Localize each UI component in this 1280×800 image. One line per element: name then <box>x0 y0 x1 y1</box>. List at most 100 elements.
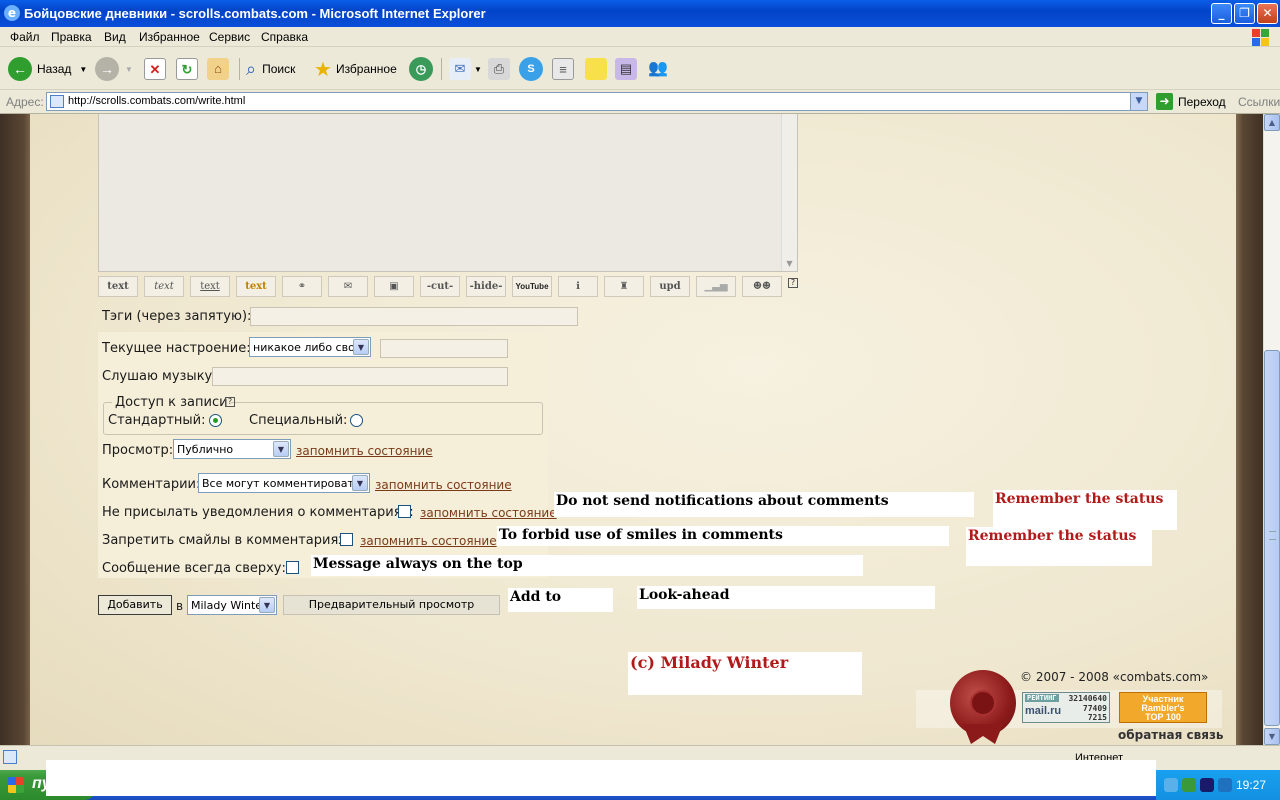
refresh-button[interactable]: ↻ <box>176 56 198 82</box>
messenger-icon: 👥 <box>648 60 668 77</box>
forward-button[interactable]: → ▼ <box>95 56 133 82</box>
mailru-counter[interactable]: РЕЙТИНГ 32140640 mail.ru 77409 7215 <box>1022 692 1110 723</box>
menu-favorites[interactable]: Избранное <box>139 30 200 44</box>
stop-button[interactable]: ✕ <box>144 56 166 82</box>
address-url: http://scrolls.combats.com/write.html <box>68 95 246 107</box>
always-top-checkbox[interactable] <box>286 561 299 574</box>
minimize-button[interactable]: _ <box>1211 3 1232 24</box>
toolbar: ← Назад ▼ → ▼ ✕ ↻ ⌂ ⌕ Поиск ★ Избранное … <box>0 48 1280 90</box>
format-update-button[interactable]: upd <box>650 276 690 297</box>
format-link-button[interactable]: ⚭ <box>282 276 322 297</box>
music-label: Слушаю музыку: <box>102 369 217 384</box>
refresh-icon: ↻ <box>176 58 198 80</box>
back-button[interactable]: ← Назад ▼ <box>8 56 87 82</box>
target-select[interactable]: Milady Winter ▼ <box>187 595 277 615</box>
research-button[interactable]: ▤ <box>615 56 637 82</box>
menu-view[interactable]: Вид <box>104 30 126 44</box>
email-icon: ✉ <box>343 281 353 292</box>
format-info-button[interactable]: ℹ <box>558 276 598 297</box>
maximize-button[interactable]: ❐ <box>1234 3 1255 24</box>
access-standard-radio[interactable] <box>209 414 222 427</box>
scrollbar-thumb[interactable] <box>1264 350 1280 726</box>
edit-button[interactable]: ≡ <box>552 56 574 82</box>
notes-icon <box>585 58 607 80</box>
format-poll-button[interactable]: ▁▃▅ <box>696 276 736 297</box>
mood-select[interactable]: никакое либо свое ▼ <box>249 337 371 357</box>
access-help-icon[interactable]: ? <box>225 397 235 407</box>
chevron-down-icon[interactable]: ▼ <box>782 256 797 271</box>
menu-file[interactable]: Файл <box>10 30 40 44</box>
format-character-button[interactable]: ♜ <box>604 276 644 297</box>
post-textarea[interactable]: ▼ <box>98 114 798 272</box>
scroll-up-icon[interactable]: ▲ <box>1264 114 1280 131</box>
comments-remember-link[interactable]: запомнить состояние <box>375 478 512 492</box>
add-button[interactable]: Добавить <box>98 595 172 615</box>
go-button[interactable]: ➜ Переход <box>1156 93 1226 110</box>
counter-value-2: 77409 <box>1082 704 1107 713</box>
menu-help[interactable]: Справка <box>261 30 308 44</box>
notes-button[interactable] <box>585 56 607 82</box>
home-button[interactable]: ⌂ <box>207 56 229 82</box>
format-help-icon[interactable]: ? <box>788 278 798 288</box>
format-image-button[interactable]: ▣ <box>374 276 414 297</box>
go-arrow-icon: ➜ <box>1156 93 1173 110</box>
format-underline-button[interactable]: text <box>190 276 230 297</box>
format-youtube-button[interactable]: YouTube <box>512 276 552 297</box>
scroll-down-icon[interactable]: ▼ <box>1264 728 1280 745</box>
skype-button[interactable]: S <box>519 56 543 82</box>
textarea-scrollbar[interactable]: ▼ <box>781 114 797 271</box>
tray-network-icon[interactable] <box>1164 778 1178 792</box>
no-notify-checkbox[interactable] <box>398 505 411 518</box>
page-icon <box>3 750 17 764</box>
format-color-button[interactable]: text <box>236 276 276 297</box>
copyright-prefix: © 2007 - 2008 « <box>1020 670 1121 684</box>
view-remember-link[interactable]: запомнить состояние <box>296 444 433 458</box>
menu-tools[interactable]: Сервис <box>209 30 250 44</box>
mail-button[interactable]: ✉ ▼ <box>449 56 482 82</box>
tray-wifi-icon[interactable] <box>1218 778 1232 792</box>
no-smiles-remember-link[interactable]: запомнить состояние <box>360 534 497 548</box>
tray-media-icon[interactable] <box>1200 778 1214 792</box>
format-bold-button[interactable]: text <box>98 276 138 297</box>
research-icon: ▤ <box>615 58 637 80</box>
no-smiles-checkbox[interactable] <box>340 533 353 546</box>
chevron-down-icon: ▼ <box>259 597 275 613</box>
no-notify-remember-link[interactable]: запомнить состояние <box>420 506 557 520</box>
music-input[interactable] <box>212 367 508 386</box>
tags-input[interactable] <box>250 307 578 326</box>
links-button[interactable]: Ссылки <box>1238 95 1280 109</box>
comments-select[interactable]: Все могут комментировать ▼ <box>198 473 370 493</box>
mood-custom-input[interactable] <box>380 339 508 358</box>
grip-icon <box>1269 531 1276 540</box>
chevron-down-icon[interactable]: ▼ <box>1130 93 1147 110</box>
chevron-down-icon: ▼ <box>79 64 88 74</box>
chevron-down-icon: ▼ <box>273 441 289 457</box>
view-select[interactable]: Публично ▼ <box>173 439 291 459</box>
format-cut-button[interactable]: -cut- <box>420 276 460 297</box>
tray-app-icon[interactable] <box>1182 778 1196 792</box>
format-email-button[interactable]: ✉ <box>328 276 368 297</box>
info-icon: ℹ <box>576 281 580 292</box>
close-button[interactable]: ✕ <box>1257 3 1278 24</box>
search-button[interactable]: ⌕ Поиск <box>246 56 295 82</box>
page-scrollbar[interactable]: ▲ ▼ <box>1263 114 1280 745</box>
counter-value-3: 7215 <box>1087 713 1107 722</box>
menu-edit[interactable]: Правка <box>51 30 92 44</box>
format-smiles-button[interactable]: ☻☻ <box>742 276 782 297</box>
preview-button[interactable]: Предварительный просмотр <box>283 595 500 615</box>
access-special-radio[interactable] <box>350 414 363 427</box>
favorites-button[interactable]: ★ Избранное <box>314 56 397 82</box>
print-button[interactable]: ⎙ <box>488 56 510 82</box>
search-label: Поиск <box>262 62 296 76</box>
history-button[interactable]: ◷ <box>409 56 433 82</box>
address-input[interactable]: http://scrolls.combats.com/write.html ▼ <box>46 92 1148 111</box>
format-italic-button[interactable]: text <box>144 276 184 297</box>
copyright-site-link[interactable]: combats.com <box>1120 670 1201 684</box>
rambler-top100-badge[interactable]: Участник Rambler's TOP 100 <box>1119 692 1207 723</box>
no-notify-translation: Do not send notifications about comments <box>554 492 974 517</box>
feedback-link[interactable]: обратная связь <box>1118 728 1224 742</box>
messenger-button[interactable]: 👥 <box>647 56 669 82</box>
window-titlebar: e Бойцовские дневники - scrolls.combats.… <box>0 0 1280 27</box>
format-hide-button[interactable]: -hide- <box>466 276 506 297</box>
go-label: Переход <box>1178 94 1226 109</box>
